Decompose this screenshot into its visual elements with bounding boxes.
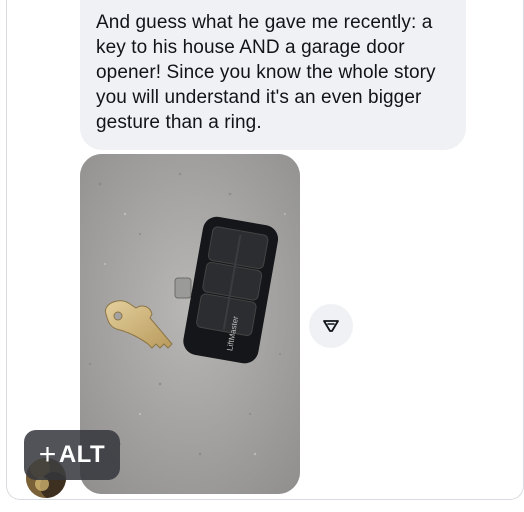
alt-label: ALT [58, 441, 106, 468]
react-button[interactable] [309, 304, 353, 348]
message-bubble[interactable]: And guess what he gave me recently: a ke… [80, 0, 466, 150]
message-text: And guess what he gave me recently: a ke… [96, 12, 436, 133]
alt-text-button[interactable]: + ALT [24, 430, 120, 480]
react-icon [323, 320, 339, 332]
plus-icon: + [38, 438, 57, 471]
